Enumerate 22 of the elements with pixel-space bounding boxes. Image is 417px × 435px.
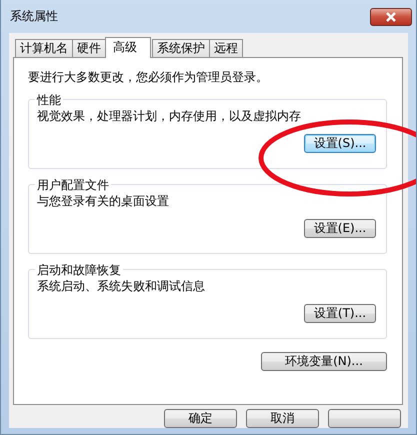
settings-button[interactable]: 设置(S)... <box>304 134 376 153</box>
dialog-button[interactable]: 取消 <box>246 409 319 428</box>
close-icon <box>384 12 398 22</box>
group-description: 视觉效果，处理器计划，内存使用，以及虚拟内存 <box>37 108 302 125</box>
tab[interactable]: 远程 <box>209 39 243 57</box>
tab[interactable]: 硬件 <box>72 39 106 57</box>
dialog-button[interactable]: 确定 <box>164 409 237 428</box>
settings-button[interactable]: 设置(T)... <box>304 304 376 323</box>
group-description: 系统启动、系统失败和调试信息 <box>37 278 206 295</box>
group-title: 用户配置文件 <box>35 177 111 194</box>
tab[interactable]: 高级 <box>105 37 151 58</box>
window-title: 系统属性 <box>9 8 58 25</box>
tab[interactable]: 系统保护 <box>152 39 210 57</box>
group-title: 性能 <box>35 92 63 109</box>
apply-button[interactable] <box>328 409 401 428</box>
tab[interactable]: 计算机名 <box>15 39 73 57</box>
settings-button[interactable]: 设置(E)... <box>304 219 376 238</box>
group-description: 与您登录有关的桌面设置 <box>37 193 170 210</box>
environment-variables-button[interactable]: 环境变量(N)... <box>261 352 387 371</box>
group-title: 启动和故障恢复 <box>35 262 123 279</box>
notice-text: 要进行大多数更改，您必须作为管理员登录。 <box>28 69 269 86</box>
close-button[interactable] <box>370 8 412 26</box>
